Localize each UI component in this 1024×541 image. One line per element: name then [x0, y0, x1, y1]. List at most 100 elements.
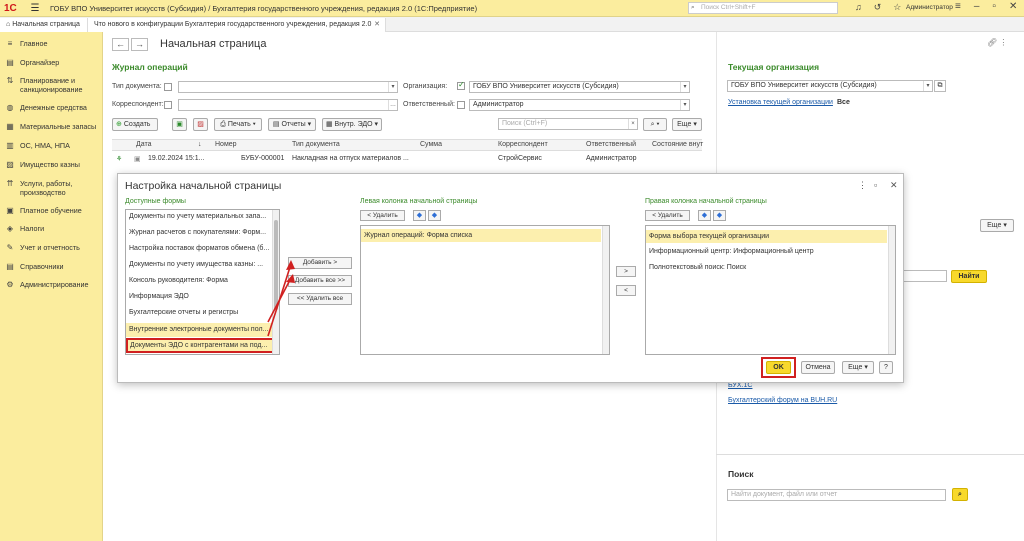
right-delete-button[interactable]: < Удалить: [645, 210, 690, 221]
sidebar-item-services[interactable]: ⇈ Услуги, работы, производство: [0, 179, 103, 197]
sidebar-item-organizer[interactable]: ▤ Органайзер: [0, 58, 103, 67]
history-icon[interactable]: ↺: [874, 2, 882, 13]
corr-field[interactable]: …: [178, 99, 398, 111]
sidebar-item-references[interactable]: ▤ Справочники: [0, 262, 103, 271]
current-org-field[interactable]: ГОБУ ВПО Университет искусств (Субсидия)…: [727, 80, 933, 92]
print-button[interactable]: ⎙ Печать ▾: [214, 118, 262, 131]
more-icon[interactable]: …: [388, 100, 397, 110]
journal-search-input[interactable]: Поиск (Ctrl+F) ×: [498, 118, 638, 130]
col-doc-type[interactable]: Тип документа: [292, 141, 340, 148]
settings-menu-icon[interactable]: ≡: [955, 1, 961, 12]
col-correspondent[interactable]: Корреспондент: [498, 141, 548, 148]
chevron-down-icon[interactable]: ▾: [680, 82, 689, 92]
left-column-list[interactable]: Журнал операций: Форма списка: [360, 225, 610, 355]
list-item[interactable]: Журнал расчетов с покупателями: Форм...: [129, 229, 266, 236]
doc-type-checkbox[interactable]: [164, 83, 172, 91]
maximize-icon[interactable]: ▫: [992, 1, 996, 12]
post-icon[interactable]: ▣: [172, 118, 187, 131]
edo-button[interactable]: ▦ Внутр. ЭДО ▾: [322, 118, 382, 131]
forward-button[interactable]: →: [131, 38, 148, 51]
dialog-menu-icon[interactable]: ⋮: [858, 180, 867, 191]
left-move-up-icon[interactable]: ◆: [413, 210, 426, 221]
more-button[interactable]: Еще ▾: [672, 118, 702, 131]
sidebar-item-fixed-assets[interactable]: ▥ ОС, НМА, НПА: [0, 141, 103, 150]
move-right-button[interactable]: >: [616, 266, 636, 277]
col-responsible[interactable]: Ответственный: [586, 141, 636, 148]
left-delete-button[interactable]: < Удалить: [360, 210, 405, 221]
buh-forum-link[interactable]: Бухгалтерский форум на BUH.RU: [728, 397, 837, 404]
right-more-button[interactable]: Еще ▾: [980, 219, 1014, 232]
open-org-icon[interactable]: ⧉: [934, 80, 946, 92]
buh1c-link[interactable]: БУХ.1С: [728, 382, 752, 389]
reports-button[interactable]: ▤ Отчеты ▾: [268, 118, 316, 131]
list-item[interactable]: Консоль руководителя: Форма: [129, 277, 228, 284]
dialog-more-button[interactable]: Еще ▾: [842, 361, 874, 374]
list-item[interactable]: Документы по учету имущества казны: ...: [129, 261, 263, 268]
col-sum[interactable]: Сумма: [420, 141, 442, 148]
list-item-selected[interactable]: Форма выбора текущей организации: [646, 230, 887, 243]
set-current-org-link[interactable]: Установка текущей организации: [728, 99, 833, 106]
notifications-icon[interactable]: ♫: [855, 2, 862, 13]
chevron-down-icon[interactable]: ▾: [680, 100, 689, 110]
search-button[interactable]: ⌕ ▾: [643, 118, 667, 131]
sidebar-item-main[interactable]: ≡ Главное: [0, 39, 103, 48]
info-search-input[interactable]: [903, 270, 947, 282]
tab-whats-new[interactable]: Что нового в конфигурации Бухгалтерия го…: [88, 18, 386, 32]
list-item-selected[interactable]: Внутренние электронные документы пол...: [126, 323, 274, 337]
list-item[interactable]: Информационный центр: Информационный цен…: [649, 248, 814, 255]
full-text-search-input[interactable]: Найти документ, файл или отчет: [727, 489, 946, 501]
list-item[interactable]: Настройка поставок форматов обмена (б...: [129, 245, 269, 252]
full-text-search-button[interactable]: ⌕: [952, 488, 968, 501]
chevron-down-icon[interactable]: ▾: [923, 81, 932, 91]
dialog-maximize-icon[interactable]: ▫: [874, 180, 877, 190]
sidebar-item-cash[interactable]: ◍ Денежные средства: [0, 103, 103, 112]
tab-home[interactable]: ⌂ Начальная страница: [0, 18, 88, 32]
col-state[interactable]: Состояние внут: [652, 141, 703, 148]
ok-button[interactable]: OK: [766, 361, 791, 374]
list-item[interactable]: Полнотекстовый поиск: Поиск: [649, 264, 746, 271]
sidebar-item-accounting[interactable]: ✎ Учет и отчетность: [0, 243, 103, 252]
close-window-icon[interactable]: ✕: [1009, 1, 1017, 12]
main-menu-icon[interactable]: ☰: [28, 3, 42, 14]
scrollbar[interactable]: [602, 226, 609, 354]
org-checkbox[interactable]: [457, 80, 465, 90]
help-button[interactable]: ?: [879, 361, 893, 374]
col-date[interactable]: Дата: [136, 141, 152, 148]
clear-icon[interactable]: ×: [628, 119, 637, 129]
sidebar-item-paid-education[interactable]: ▣ Платное обучение: [0, 206, 103, 215]
chevron-down-icon[interactable]: ▾: [388, 82, 397, 92]
corr-checkbox[interactable]: [164, 101, 172, 109]
dialog-close-icon[interactable]: ✕: [890, 180, 898, 191]
find-button[interactable]: Найти: [951, 270, 987, 283]
list-item-selected[interactable]: Журнал операций: Форма списка: [361, 229, 601, 242]
current-user[interactable]: Администратор: [906, 4, 953, 11]
favorites-icon[interactable]: ☆: [893, 2, 901, 13]
table-row[interactable]: ⚘ ▣ 19.02.2024 15:1... БУБУ-000001 Накла…: [112, 153, 702, 166]
sidebar-item-materials[interactable]: ▦ Материальные запасы: [0, 122, 103, 131]
sidebar-item-taxes[interactable]: ◈ Налоги: [0, 224, 103, 233]
minimize-icon[interactable]: –: [974, 1, 980, 12]
doc-type-field[interactable]: ▾: [178, 81, 398, 93]
col-number[interactable]: Номер: [215, 141, 237, 148]
sidebar-item-planning[interactable]: ⇅ Планирование и санкционирование: [0, 76, 103, 94]
list-item-highlighted[interactable]: Документы ЭДО с контрагентами на под...: [126, 338, 274, 353]
right-move-down-icon[interactable]: ◆: [713, 210, 726, 221]
list-item[interactable]: Документы по учету материальных запа...: [129, 213, 266, 220]
sidebar-item-administration[interactable]: ⚙ Администрирование: [0, 280, 103, 289]
right-move-up-icon[interactable]: ◆: [698, 210, 711, 221]
left-move-down-icon[interactable]: ◆: [428, 210, 441, 221]
back-button[interactable]: ←: [112, 38, 129, 51]
list-item[interactable]: Информация ЭДО: [129, 293, 189, 300]
close-tab-icon[interactable]: ✕: [374, 18, 380, 31]
right-column-list[interactable]: Форма выбора текущей организации Информа…: [645, 225, 896, 355]
sidebar-item-treasury-property[interactable]: ▨ Имущество казны: [0, 160, 103, 169]
all-orgs-link[interactable]: Все: [837, 99, 850, 106]
unpost-icon[interactable]: ▨: [193, 118, 208, 131]
create-button[interactable]: ⊕ Создать: [112, 118, 158, 131]
available-forms-list[interactable]: Документы по учету материальных запа... …: [125, 209, 280, 355]
scrollbar[interactable]: [888, 226, 895, 354]
resp-field[interactable]: Администратор ▾: [469, 99, 690, 111]
list-item[interactable]: Бухгалтерские отчеты и регистры: [129, 309, 238, 316]
cancel-button[interactable]: Отмена: [801, 361, 835, 374]
resp-checkbox[interactable]: [457, 101, 465, 109]
